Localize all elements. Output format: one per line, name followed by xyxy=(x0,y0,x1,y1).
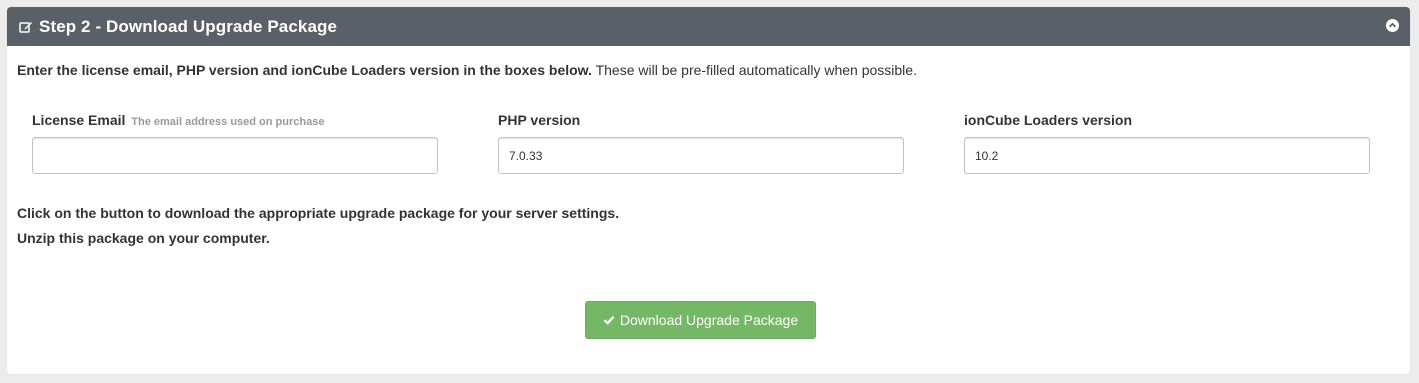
ioncube-version-label: ionCube Loaders version xyxy=(964,112,1133,128)
php-version-label: PHP version xyxy=(498,112,581,128)
license-email-hint: The email address used on purchase xyxy=(131,116,325,128)
panel-header[interactable]: Step 2 - Download Upgrade Package xyxy=(7,7,1410,46)
panel-title: Step 2 - Download Upgrade Package xyxy=(39,16,338,36)
ioncube-version-field: ionCube Loaders version xyxy=(964,111,1370,174)
edit-icon xyxy=(19,20,33,34)
step-2-panel: Step 2 - Download Upgrade Package Enter … xyxy=(7,7,1410,374)
intro-text: Enter the license email, PHP version and… xyxy=(17,61,917,79)
ioncube-version-input[interactable] xyxy=(964,137,1370,174)
intro-normal: These will be pre-filled automatically w… xyxy=(591,62,917,78)
unzip-instruction: Unzip this package on your computer. xyxy=(17,230,270,246)
download-button-label: Download Upgrade Package xyxy=(619,312,799,328)
download-upgrade-package-button[interactable]: Download Upgrade Package xyxy=(585,301,816,339)
license-email-label-text: License Email xyxy=(32,112,126,128)
chevron-up-circle-icon[interactable] xyxy=(1386,19,1399,32)
intro-bold: Enter the license email, PHP version and… xyxy=(17,62,592,78)
license-email-field: License Email The email address used on … xyxy=(32,111,438,174)
php-version-field: PHP version xyxy=(498,111,904,174)
license-email-label: License Email The email address used on … xyxy=(32,111,438,129)
check-icon xyxy=(603,314,615,326)
download-instruction: Click on the button to download the appr… xyxy=(17,205,620,221)
license-email-input[interactable] xyxy=(32,137,438,174)
php-version-input[interactable] xyxy=(498,137,904,174)
